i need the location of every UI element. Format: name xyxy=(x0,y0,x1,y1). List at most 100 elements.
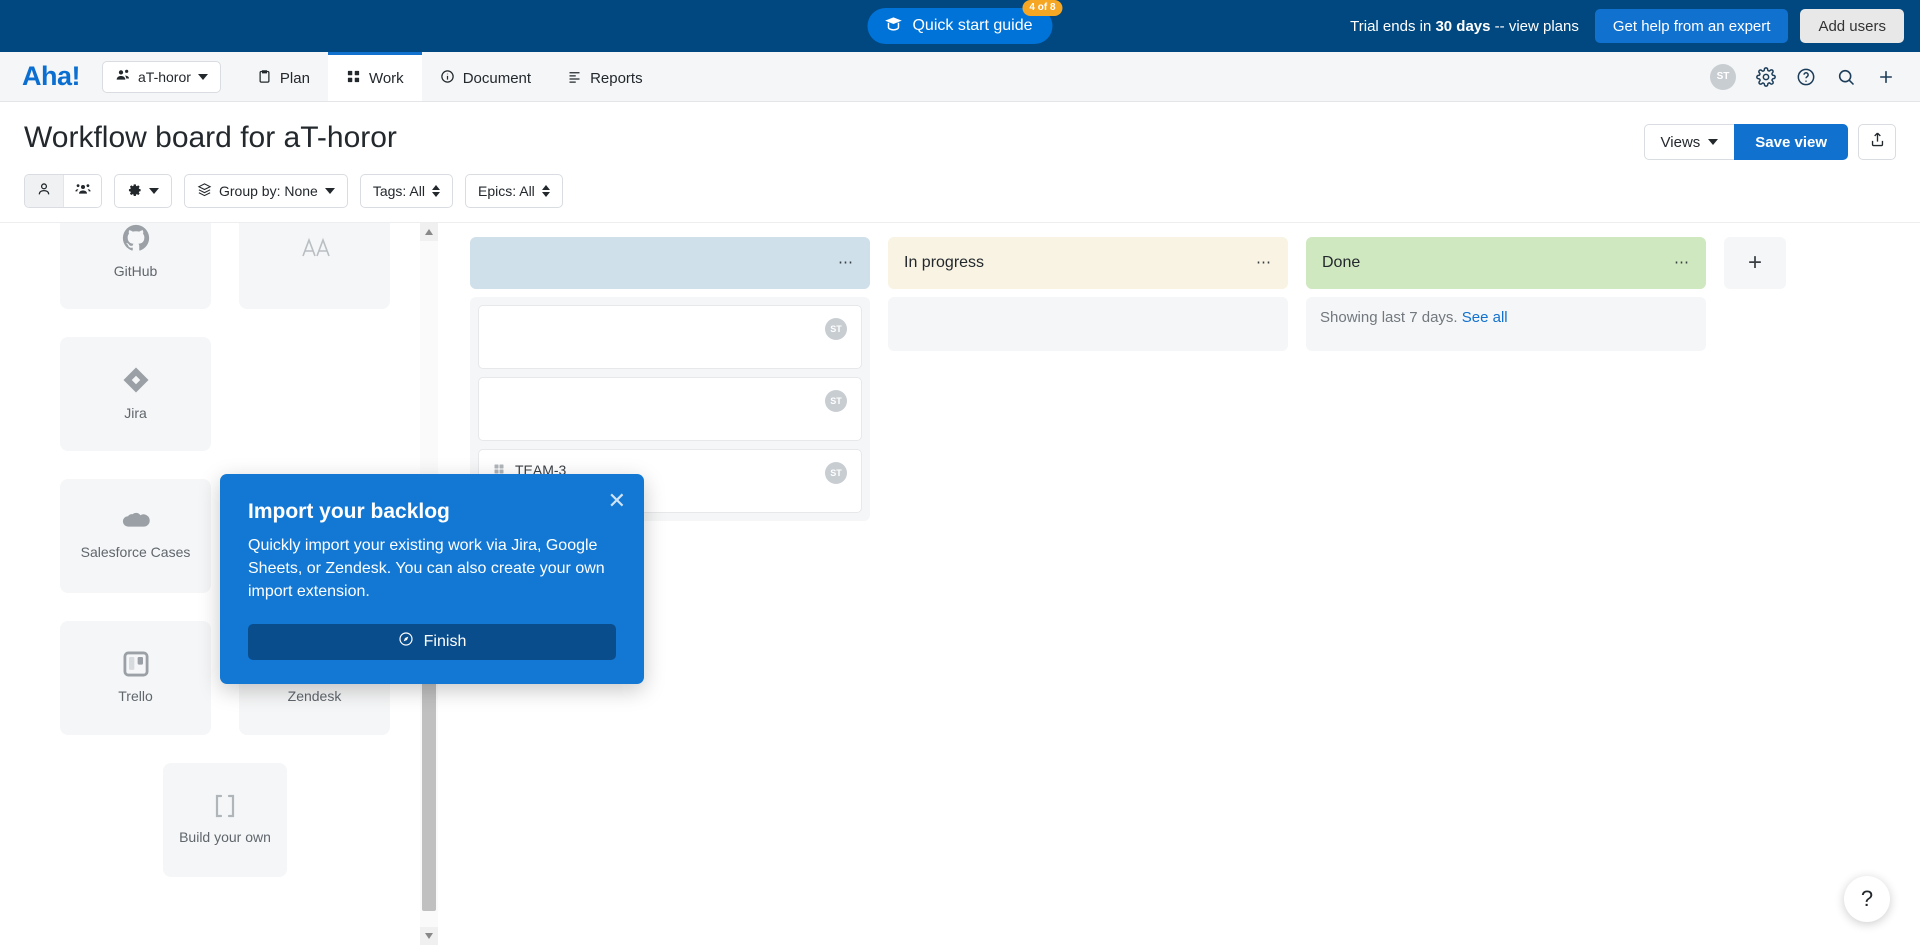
board-column-done: Done ⋯ Showing last 7 days. See all xyxy=(1306,237,1706,351)
person-icon xyxy=(36,181,52,202)
tags-label: Tags: All xyxy=(372,183,425,199)
popover-title: Import your backlog xyxy=(248,500,450,523)
ellipsis-icon[interactable]: ⋯ xyxy=(1674,256,1690,270)
get-expert-help-button[interactable]: Get help from an expert xyxy=(1594,9,1789,43)
nav-tab-reports[interactable]: Reports xyxy=(549,52,661,101)
project-name: aT-horor xyxy=(138,68,191,85)
gear-icon[interactable] xyxy=(1756,66,1776,87)
trial-prefix: Trial ends in xyxy=(1350,17,1436,35)
integration-label: Zendesk xyxy=(287,688,342,705)
board-settings-button[interactable] xyxy=(114,174,172,208)
share-button[interactable] xyxy=(1858,124,1896,160)
integration-tile-trello[interactable]: Trello xyxy=(60,621,211,735)
aha-logo[interactable]: Aha! xyxy=(22,52,81,101)
close-icon[interactable]: ✕ xyxy=(608,490,626,512)
finish-button[interactable]: Finish xyxy=(248,623,616,660)
done-note-text: Showing last 7 days. xyxy=(1320,309,1458,326)
scroll-up-arrow[interactable] xyxy=(420,223,438,241)
brackets-icon xyxy=(210,793,240,819)
column-cards xyxy=(888,297,1288,351)
nav-tab-work[interactable]: Work xyxy=(327,52,422,101)
done-column-note: Showing last 7 days. See all xyxy=(1306,297,1706,338)
ellipsis-icon[interactable]: ⋯ xyxy=(1256,256,1272,270)
column-title: Done xyxy=(1322,254,1361,271)
integration-label: GitHub xyxy=(113,263,158,280)
nav-tab-document[interactable]: Document xyxy=(422,52,549,101)
floating-help-button[interactable]: ? xyxy=(1844,876,1890,922)
views-label: Views xyxy=(1660,133,1701,151)
page-title: Workflow board for aT-horor xyxy=(24,121,397,154)
column-header[interactable]: In progress ⋯ xyxy=(888,237,1288,289)
views-button[interactable]: Views xyxy=(1643,124,1735,160)
tags-filter[interactable]: Tags: All xyxy=(359,174,453,208)
team-view-button[interactable] xyxy=(63,175,101,207)
grid-icon xyxy=(346,69,361,88)
integration-tile-build-your-own[interactable]: Build your own xyxy=(163,763,287,877)
finish-label: Finish xyxy=(423,632,467,650)
ellipsis-icon[interactable]: ⋯ xyxy=(838,256,854,270)
nav-tab-reports-label: Reports xyxy=(590,69,643,87)
plus-icon[interactable] xyxy=(1876,67,1896,87)
integration-label: Trello xyxy=(118,688,153,705)
quick-start-guide-wrapper: Quick start guide 4 of 8 xyxy=(867,0,1063,44)
column-header[interactable]: Done ⋯ xyxy=(1306,237,1706,289)
github-icon xyxy=(121,223,151,253)
table-row[interactable]: ST xyxy=(478,377,862,441)
scroll-down-arrow[interactable] xyxy=(420,927,438,945)
user-avatar[interactable]: ST xyxy=(1710,63,1736,90)
view-button-group: Views Save view xyxy=(1643,124,1848,160)
quick-start-guide-label: Quick start guide xyxy=(912,17,1033,34)
report-icon xyxy=(567,69,582,88)
board-column-in-progress: In progress ⋯ xyxy=(888,237,1288,351)
table-row[interactable]: ST xyxy=(478,305,862,369)
graduation-cap-icon xyxy=(883,14,903,39)
nav-tab-plan[interactable]: Plan xyxy=(239,52,328,101)
integration-label: Jira xyxy=(124,405,147,422)
sort-updown-icon xyxy=(431,185,440,197)
trial-days: 30 days xyxy=(1435,17,1491,35)
project-selector[interactable]: aT-horor xyxy=(102,60,221,93)
save-view-button[interactable]: Save view xyxy=(1734,124,1848,160)
trello-icon xyxy=(122,650,150,678)
team-icon xyxy=(115,67,131,86)
see-all-link[interactable]: See all xyxy=(1462,309,1508,326)
board-toolbar: Group by: None Tags: All Epics: All xyxy=(0,160,1920,222)
epics-filter[interactable]: Epics: All xyxy=(464,174,563,208)
add-users-button[interactable]: Add users xyxy=(1800,9,1904,43)
integration-tile-partial[interactable] xyxy=(239,223,390,309)
workflow-board: ⋯ ST ST TEAM-3 ST In progress ⋯ Done ⋯ S… xyxy=(430,223,1920,944)
person-view-button[interactable] xyxy=(25,175,63,207)
nav-tab-work-label: Work xyxy=(368,69,404,87)
search-icon[interactable] xyxy=(1836,67,1856,87)
quick-start-guide-button[interactable]: Quick start guide 4 of 8 xyxy=(867,0,1063,44)
avatar[interactable]: ST xyxy=(825,318,847,340)
partial-logo-icon xyxy=(299,234,331,260)
chevron-down-icon xyxy=(197,73,208,80)
help-icon[interactable] xyxy=(1796,67,1816,87)
column-header[interactable]: ⋯ xyxy=(470,237,870,289)
team-icon xyxy=(74,181,92,202)
main-navigation: Aha! aT-horor Plan Work Document Reports… xyxy=(0,52,1920,102)
group-by-filter[interactable]: Group by: None xyxy=(184,174,348,208)
salesforce-icon xyxy=(119,510,153,534)
avatar[interactable]: ST xyxy=(825,390,847,412)
integration-tile-github[interactable]: GitHub xyxy=(60,223,211,309)
trial-status-text: Trial ends in 30 days -- view plans xyxy=(1350,18,1579,35)
onboarding-popover: ✕ Import your backlog Quickly import you… xyxy=(220,474,644,684)
nav-tab-plan-label: Plan xyxy=(279,69,310,87)
info-icon xyxy=(440,69,455,88)
chevron-down-icon xyxy=(1708,139,1719,145)
integration-tile-salesforce-cases[interactable]: Salesforce Cases xyxy=(60,479,211,593)
integration-tile-jira[interactable]: Jira xyxy=(60,337,211,451)
chevron-down-icon xyxy=(149,188,159,194)
chevron-down-icon xyxy=(324,188,335,194)
trial-promo-bar: Quick start guide 4 of 8 Trial ends in 3… xyxy=(0,0,1920,52)
page-header: Workflow board for aT-horor Views Save v… xyxy=(0,102,1920,160)
epics-label: Epics: All xyxy=(477,183,535,199)
layers-icon xyxy=(197,182,212,200)
avatar[interactable]: ST xyxy=(825,462,847,484)
add-column-button[interactable]: + xyxy=(1724,237,1786,289)
clipboard-icon xyxy=(257,69,272,88)
gear-icon xyxy=(127,182,142,200)
column-title: In progress xyxy=(904,254,985,271)
